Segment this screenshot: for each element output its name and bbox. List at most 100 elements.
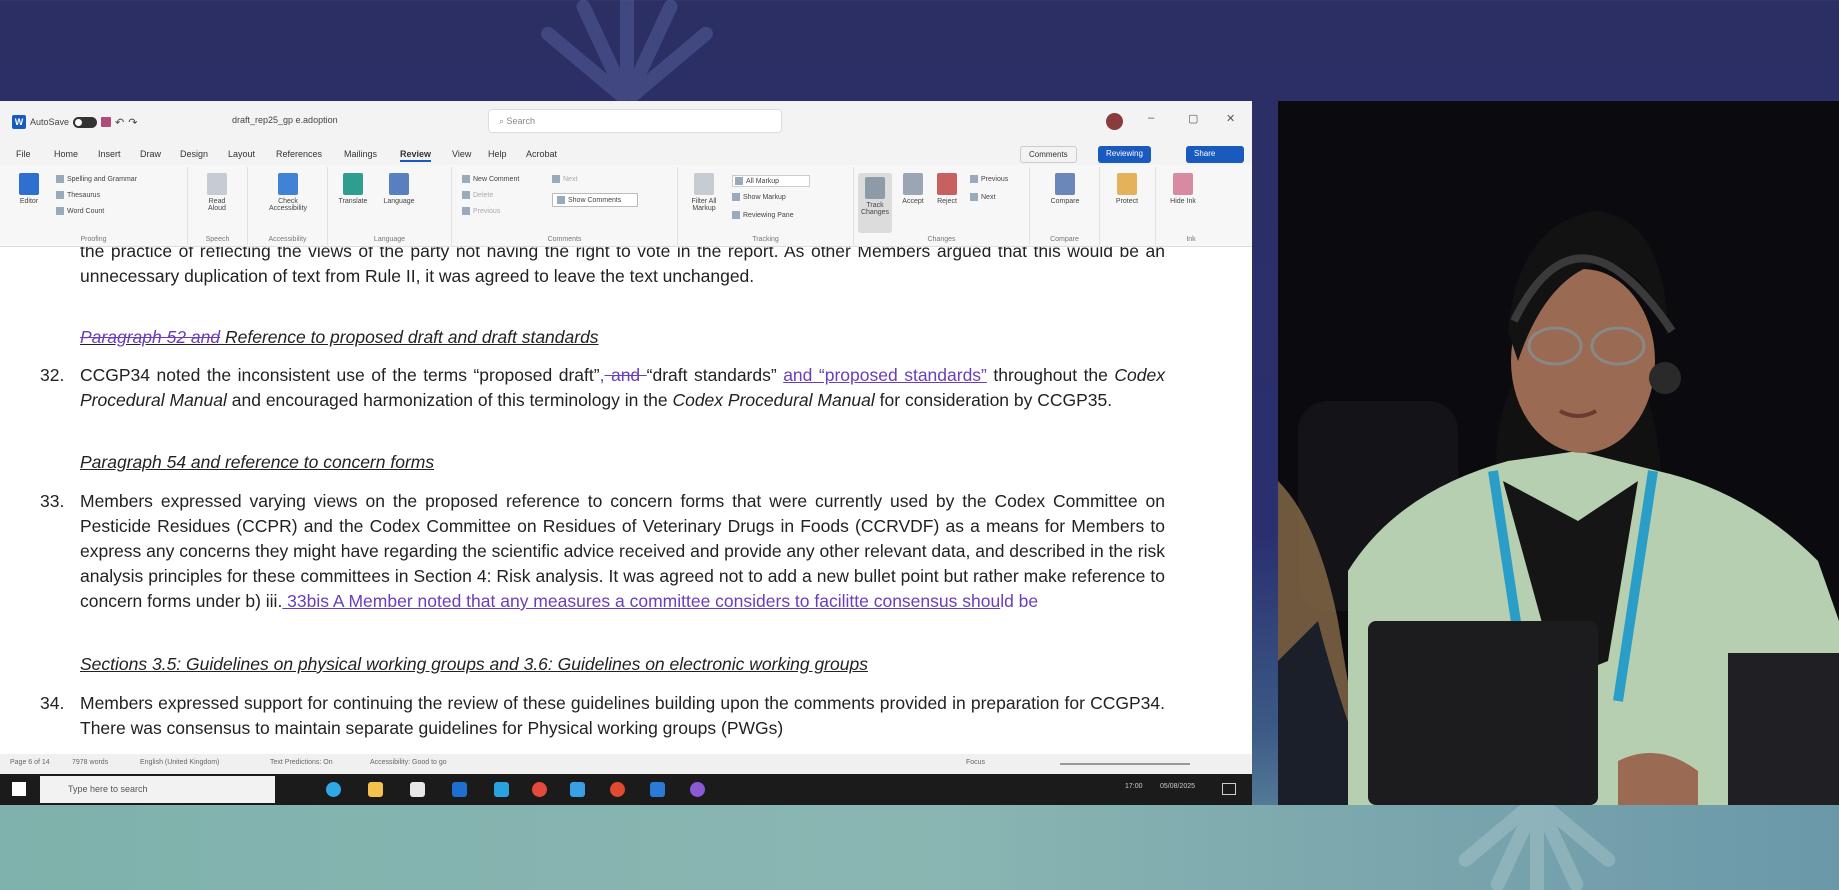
review-ribbon: Editor Spelling and Grammar Thesaurus Wo…: [0, 165, 1252, 247]
compare-button[interactable]: Compare: [1048, 173, 1082, 205]
tab-home[interactable]: Home: [54, 149, 78, 159]
hide-ink-button[interactable]: Hide Ink: [1166, 173, 1200, 205]
translate-button[interactable]: Translate: [336, 173, 370, 205]
ribbon-group-speech: Read Aloud Speech: [188, 167, 248, 245]
page-count[interactable]: Page 6 of 14: [10, 759, 50, 766]
share-button[interactable]: Share: [1186, 146, 1244, 163]
windows-taskbar: Type here to search 17:00 05/08/2025: [0, 774, 1252, 805]
search-input[interactable]: ⌕ Search: [488, 109, 782, 133]
accept-button[interactable]: Accept: [896, 173, 930, 205]
check-accessibility-button[interactable]: Check Accessibility: [268, 173, 308, 212]
show-comments-button[interactable]: Show Comments: [552, 193, 639, 207]
ribbon-group-proofing: Editor Spelling and Grammar Thesaurus Wo…: [0, 167, 188, 245]
protect-button[interactable]: Protect: [1110, 173, 1144, 205]
reject-button[interactable]: Reject: [930, 173, 964, 205]
tab-file[interactable]: File: [16, 149, 31, 159]
word-taskbar-icon[interactable]: [452, 782, 467, 797]
folder-icon[interactable]: [368, 782, 383, 797]
paragraph-34: Members expressed support for continuing…: [80, 693, 1165, 738]
markup-dropdown[interactable]: All Markup: [732, 175, 811, 187]
paragraph-33: Members expressed varying views on the p…: [80, 491, 1165, 611]
heading-paragraph-52: Paragraph 52 and Reference to proposed d…: [80, 327, 599, 347]
maximize-icon[interactable]: ▢: [1188, 112, 1198, 125]
previous-comment-button[interactable]: Previous: [462, 207, 500, 215]
user-avatar[interactable]: [1106, 113, 1123, 130]
tab-design[interactable]: Design: [180, 149, 208, 159]
reviewing-pane-button[interactable]: Reviewing Pane: [732, 211, 794, 219]
language-status[interactable]: English (United Kingdom): [140, 759, 219, 766]
tab-review[interactable]: Review: [400, 149, 432, 162]
speech-group-label: Speech: [205, 236, 230, 243]
save-icon[interactable]: [101, 117, 112, 127]
store-icon[interactable]: [410, 782, 425, 797]
word-icon: W: [12, 115, 26, 129]
document-canvas[interactable]: the practice of reflecting the views of …: [0, 247, 1252, 774]
minimize-icon[interactable]: –: [1148, 112, 1154, 124]
heading-paragraph-54: Paragraph 54 and reference to concern fo…: [80, 452, 435, 472]
comments-button[interactable]: Comments: [1020, 146, 1077, 163]
filter-markup-button[interactable]: Filter All Markup: [684, 173, 724, 212]
language-group-label: Language: [373, 236, 406, 243]
clock-time[interactable]: 17:00: [1125, 783, 1143, 790]
new-comment-button[interactable]: New Comment: [462, 175, 519, 183]
spelling-grammar-button[interactable]: Spelling and Grammar: [56, 175, 137, 183]
tab-insert[interactable]: Insert: [98, 149, 121, 159]
paragraph-number-34: 34.: [40, 693, 65, 713]
tab-draw[interactable]: Draw: [140, 149, 161, 159]
word-count-button[interactable]: Word Count: [56, 207, 104, 215]
heading-sections-3-5-3-6: Sections 3.5: Guidelines on physical wor…: [80, 654, 868, 674]
zoom-slider[interactable]: [1060, 763, 1190, 765]
comments-group-label: Comments: [547, 236, 582, 243]
taskbar-search-input[interactable]: Type here to search: [40, 776, 275, 803]
read-aloud-button[interactable]: Read Aloud: [200, 173, 234, 212]
undo-icon[interactable]: ↶: [115, 116, 124, 129]
text-predictions-status[interactable]: Text Predictions: On: [270, 759, 333, 766]
ribbon-group-changes: Track Changes Accept Reject Previous Nex…: [854, 167, 1030, 245]
notification-icon[interactable]: [1222, 783, 1236, 795]
search-placeholder: Search: [506, 116, 536, 126]
search-icon: ⌕: [499, 116, 507, 126]
compare-group-label: Compare: [1050, 236, 1079, 243]
next-change-button[interactable]: Next: [970, 193, 995, 201]
proofing-group-label: Proofing: [80, 236, 107, 243]
ribbon-group-ink: Hide Ink Ink: [1156, 167, 1226, 245]
next-comment-button[interactable]: Next: [552, 175, 577, 183]
thesaurus-button[interactable]: Thesaurus: [56, 191, 100, 199]
tab-view[interactable]: View: [452, 149, 471, 159]
app-icon[interactable]: [610, 782, 625, 797]
edge-icon[interactable]: [326, 782, 341, 797]
tab-layout[interactable]: Layout: [228, 149, 255, 159]
tab-acrobat[interactable]: Acrobat: [526, 149, 557, 159]
word-count[interactable]: 7978 words: [72, 759, 108, 766]
delete-comment-button[interactable]: Delete: [462, 191, 493, 199]
previous-change-button[interactable]: Previous: [970, 175, 1008, 183]
changes-group-label: Changes: [927, 236, 956, 243]
document-filename[interactable]: draft_rep25_gp e.adoption: [232, 115, 338, 125]
tab-mailings[interactable]: Mailings: [344, 149, 377, 159]
track-changes-button[interactable]: Track Changes: [858, 173, 892, 233]
ribbon-group-comments: New Comment Delete Previous Next Show Co…: [452, 167, 678, 245]
teams-icon[interactable]: [570, 782, 585, 797]
redo-icon[interactable]: ↷: [128, 116, 137, 129]
accessibility-status[interactable]: Accessibility: Good to go: [370, 759, 447, 766]
tab-references[interactable]: References: [276, 149, 322, 159]
app-icon-3[interactable]: [690, 782, 705, 797]
windows-start-icon[interactable]: [12, 782, 26, 796]
clock-date[interactable]: 05/08/2025: [1160, 783, 1195, 790]
editor-button[interactable]: Editor: [12, 173, 46, 205]
language-button[interactable]: Language: [382, 173, 416, 205]
reviewing-button[interactable]: Reviewing: [1098, 146, 1151, 163]
speaker-video-panel: [1278, 101, 1839, 805]
chrome-icon[interactable]: [532, 782, 547, 797]
accessibility-group-label: Accessibility: [268, 236, 307, 243]
outlook-icon[interactable]: [494, 782, 509, 797]
tab-help[interactable]: Help: [488, 149, 507, 159]
ribbon-group-language: Translate Language Language: [328, 167, 452, 245]
show-markup-button[interactable]: Show Markup: [732, 193, 786, 201]
close-icon[interactable]: ✕: [1226, 112, 1235, 125]
background-rays-decoration: [541, 0, 713, 103]
autosave-toggle[interactable]: [73, 116, 98, 128]
app-icon-2[interactable]: [650, 782, 665, 797]
ribbon-group-accessibility: Check Accessibility Accessibility: [248, 167, 328, 245]
focus-button[interactable]: Focus: [966, 759, 985, 766]
